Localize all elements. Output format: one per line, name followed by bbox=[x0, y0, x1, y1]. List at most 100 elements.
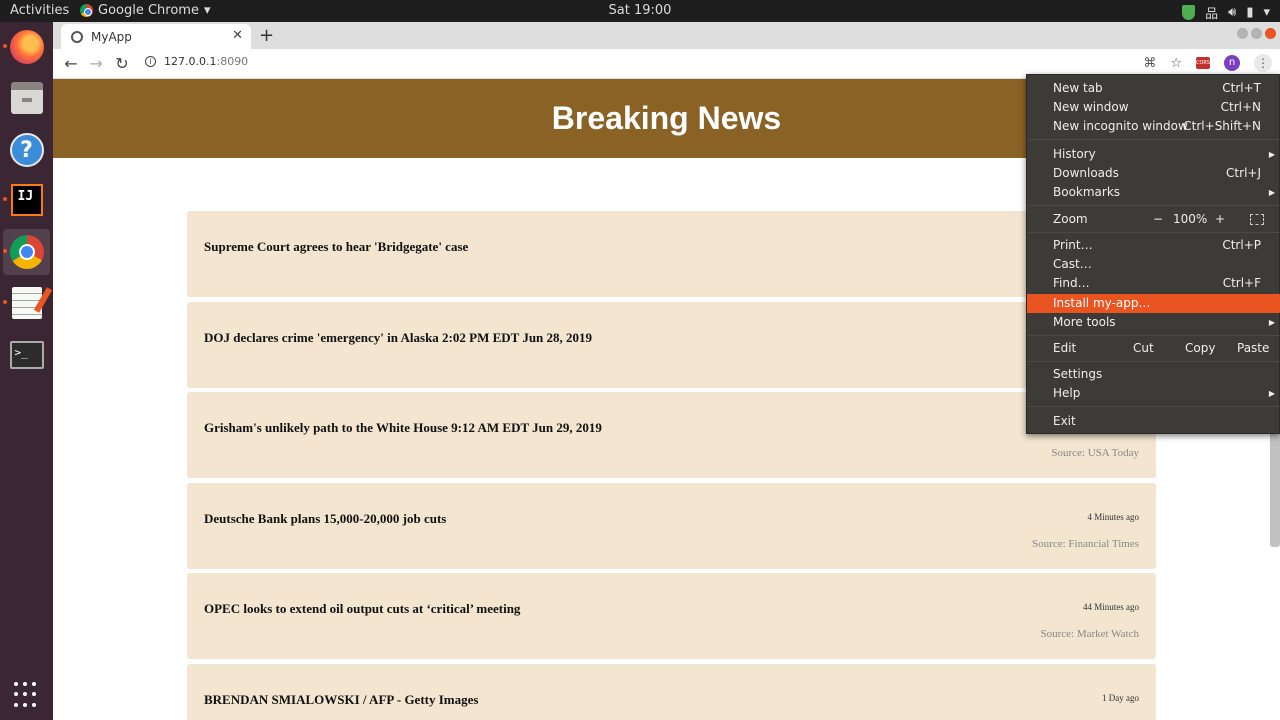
close-icon[interactable]: ✕ bbox=[232, 28, 243, 43]
firefox-icon bbox=[9, 30, 44, 64]
menu-label: History bbox=[1053, 147, 1096, 161]
text-editor-icon bbox=[11, 287, 42, 319]
caret-down-icon: ▾ bbox=[203, 3, 211, 18]
minimize-button[interactable] bbox=[1237, 28, 1248, 39]
menu-shortcut: Ctrl+Shift+N bbox=[1183, 119, 1261, 133]
menu-separator bbox=[1027, 232, 1280, 233]
volume-icon[interactable]: 🔊︎ bbox=[1228, 5, 1236, 20]
news-card[interactable]: DOJ declares crime 'emergency' in Alaska… bbox=[187, 301, 1156, 388]
news-title[interactable]: BRENDAN SMIALOWSKI / AFP - Getty Images bbox=[204, 692, 478, 708]
menu-label: Help bbox=[1053, 386, 1081, 400]
clock[interactable]: Sat 19:00 bbox=[609, 3, 672, 18]
menu-item-settings[interactable]: Settings bbox=[1027, 365, 1280, 384]
window-close-button[interactable] bbox=[1265, 28, 1276, 39]
network-icon[interactable]: 品 bbox=[1205, 3, 1218, 22]
menu-kebab-icon[interactable]: ⋮ bbox=[1254, 54, 1272, 72]
reload-icon[interactable]: ↻ bbox=[112, 54, 132, 73]
dock-item-text-editor[interactable] bbox=[3, 280, 50, 326]
battery-icon[interactable]: ▮ bbox=[1246, 5, 1253, 20]
profile-avatar[interactable]: n bbox=[1224, 55, 1240, 71]
new-tab-button[interactable]: + bbox=[259, 25, 274, 46]
menu-label: Downloads bbox=[1053, 166, 1119, 180]
menu-label: Cast… bbox=[1053, 257, 1092, 271]
translate-icon[interactable]: ⌘ bbox=[1143, 56, 1156, 71]
news-source: Source: USA Today bbox=[1051, 447, 1139, 459]
app-menu-button[interactable]: Google Chrome ▾ bbox=[80, 3, 211, 18]
menu-item-downloads[interactable]: Downloads Ctrl+J bbox=[1027, 164, 1280, 183]
system-top-bar: Activities Google Chrome ▾ Sat 19:00 品 🔊… bbox=[0, 0, 1280, 22]
menu-label: New tab bbox=[1053, 81, 1103, 95]
chrome-icon bbox=[9, 235, 44, 269]
menu-item-history[interactable]: History ▶ bbox=[1027, 145, 1280, 164]
menu-item-new-incognito[interactable]: New incognito window Ctrl+Shift+N bbox=[1027, 117, 1280, 136]
fullscreen-icon[interactable] bbox=[1250, 214, 1264, 225]
zoom-out-button[interactable]: − bbox=[1153, 210, 1163, 229]
help-icon: ? bbox=[9, 133, 44, 167]
news-card[interactable]: Deutsche Bank plans 15,000-20,000 job cu… bbox=[187, 482, 1156, 569]
zoom-in-button[interactable]: + bbox=[1215, 210, 1225, 229]
menu-item-more-tools[interactable]: More tools ▶ bbox=[1027, 313, 1280, 332]
forward-arrow-icon[interactable]: → bbox=[86, 54, 106, 73]
show-applications-icon[interactable] bbox=[14, 682, 40, 708]
dock-item-firefox[interactable] bbox=[3, 24, 50, 70]
shield-icon[interactable] bbox=[1182, 5, 1196, 20]
menu-item-help[interactable]: Help ▶ bbox=[1027, 384, 1280, 403]
url-port: :8090 bbox=[216, 55, 249, 68]
menu-separator bbox=[1027, 406, 1280, 407]
submenu-arrow-icon: ▶ bbox=[1268, 318, 1275, 327]
copy-button[interactable]: Copy bbox=[1185, 339, 1215, 358]
url-host: 127.0.0.1 bbox=[164, 55, 217, 68]
caret-down-icon[interactable]: ▾ bbox=[1263, 5, 1270, 20]
submenu-arrow-icon: ▶ bbox=[1268, 389, 1275, 398]
dock-item-intellij[interactable]: IJ bbox=[3, 177, 50, 223]
system-tray[interactable]: 品 🔊︎ ▮ ▾ bbox=[1182, 3, 1270, 22]
menu-label: Print… bbox=[1053, 238, 1093, 252]
menu-item-print[interactable]: Print… Ctrl+P bbox=[1027, 236, 1280, 255]
paste-button[interactable]: Paste bbox=[1237, 339, 1269, 358]
news-source: Source: Financial Times bbox=[1032, 537, 1139, 550]
news-title[interactable]: Grisham's unlikely path to the White Hou… bbox=[204, 420, 602, 436]
news-card[interactable]: Grisham's unlikely path to the White Hou… bbox=[187, 392, 1156, 478]
app-menu-label: Google Chrome bbox=[98, 3, 199, 18]
menu-separator bbox=[1027, 361, 1280, 362]
menu-item-new-window[interactable]: New window Ctrl+N bbox=[1027, 98, 1280, 117]
menu-item-bookmarks[interactable]: Bookmarks ▶ bbox=[1027, 183, 1280, 202]
cut-button[interactable]: Cut bbox=[1133, 339, 1154, 358]
maximize-button[interactable] bbox=[1251, 28, 1262, 39]
menu-item-install-app[interactable]: Install my-app… bbox=[1027, 294, 1280, 313]
terminal-icon: >_ bbox=[9, 341, 44, 369]
info-icon[interactable]: i bbox=[145, 56, 156, 67]
news-time: 1 Day ago bbox=[1102, 692, 1139, 703]
scrollbar-thumb[interactable] bbox=[1270, 429, 1280, 547]
address-bar[interactable]: i 127.0.0.1:8090 bbox=[145, 55, 248, 68]
tab-myapp[interactable]: MyApp ✕ bbox=[61, 24, 251, 49]
activities-button[interactable]: Activities bbox=[10, 3, 69, 18]
menu-label: Zoom bbox=[1053, 212, 1088, 226]
dock-item-terminal[interactable]: >_ bbox=[3, 332, 50, 378]
globe-icon bbox=[71, 30, 83, 43]
menu-item-find[interactable]: Find… Ctrl+F bbox=[1027, 274, 1280, 293]
cors-extension-icon[interactable]: CORS bbox=[1196, 57, 1210, 69]
intellij-icon: IJ bbox=[10, 184, 43, 216]
menu-item-exit[interactable]: Exit bbox=[1027, 412, 1280, 431]
news-card[interactable]: BRENDAN SMIALOWSKI / AFP - Getty Images … bbox=[187, 663, 1156, 720]
menu-item-new-tab[interactable]: New tab Ctrl+T bbox=[1027, 79, 1280, 98]
news-title[interactable]: OPEC looks to extend oil output cuts at … bbox=[204, 601, 520, 617]
running-indicator bbox=[3, 197, 7, 201]
news-title[interactable]: Deutsche Bank plans 15,000-20,000 job cu… bbox=[204, 511, 446, 527]
news-card[interactable]: Supreme Court agrees to hear 'Bridgegate… bbox=[187, 211, 1156, 297]
menu-label: Install my-app… bbox=[1053, 296, 1151, 310]
news-card[interactable]: OPEC looks to extend oil output cuts at … bbox=[187, 573, 1156, 659]
menu-label: Bookmarks bbox=[1053, 185, 1121, 199]
news-time: 4 Minutes ago bbox=[1087, 511, 1140, 522]
back-arrow-icon[interactable]: ← bbox=[61, 54, 81, 73]
dock-item-files[interactable] bbox=[3, 75, 50, 121]
chrome-icon bbox=[80, 4, 93, 17]
dock-item-help[interactable]: ? bbox=[3, 127, 50, 173]
bookmark-star-icon[interactable]: ☆ bbox=[1170, 56, 1182, 71]
menu-label: Find… bbox=[1053, 276, 1090, 290]
dock-item-chrome[interactable] bbox=[3, 229, 50, 275]
news-title[interactable]: Supreme Court agrees to hear 'Bridgegate… bbox=[204, 239, 468, 255]
menu-item-cast[interactable]: Cast… bbox=[1027, 255, 1280, 274]
news-title[interactable]: DOJ declares crime 'emergency' in Alaska… bbox=[204, 330, 592, 346]
